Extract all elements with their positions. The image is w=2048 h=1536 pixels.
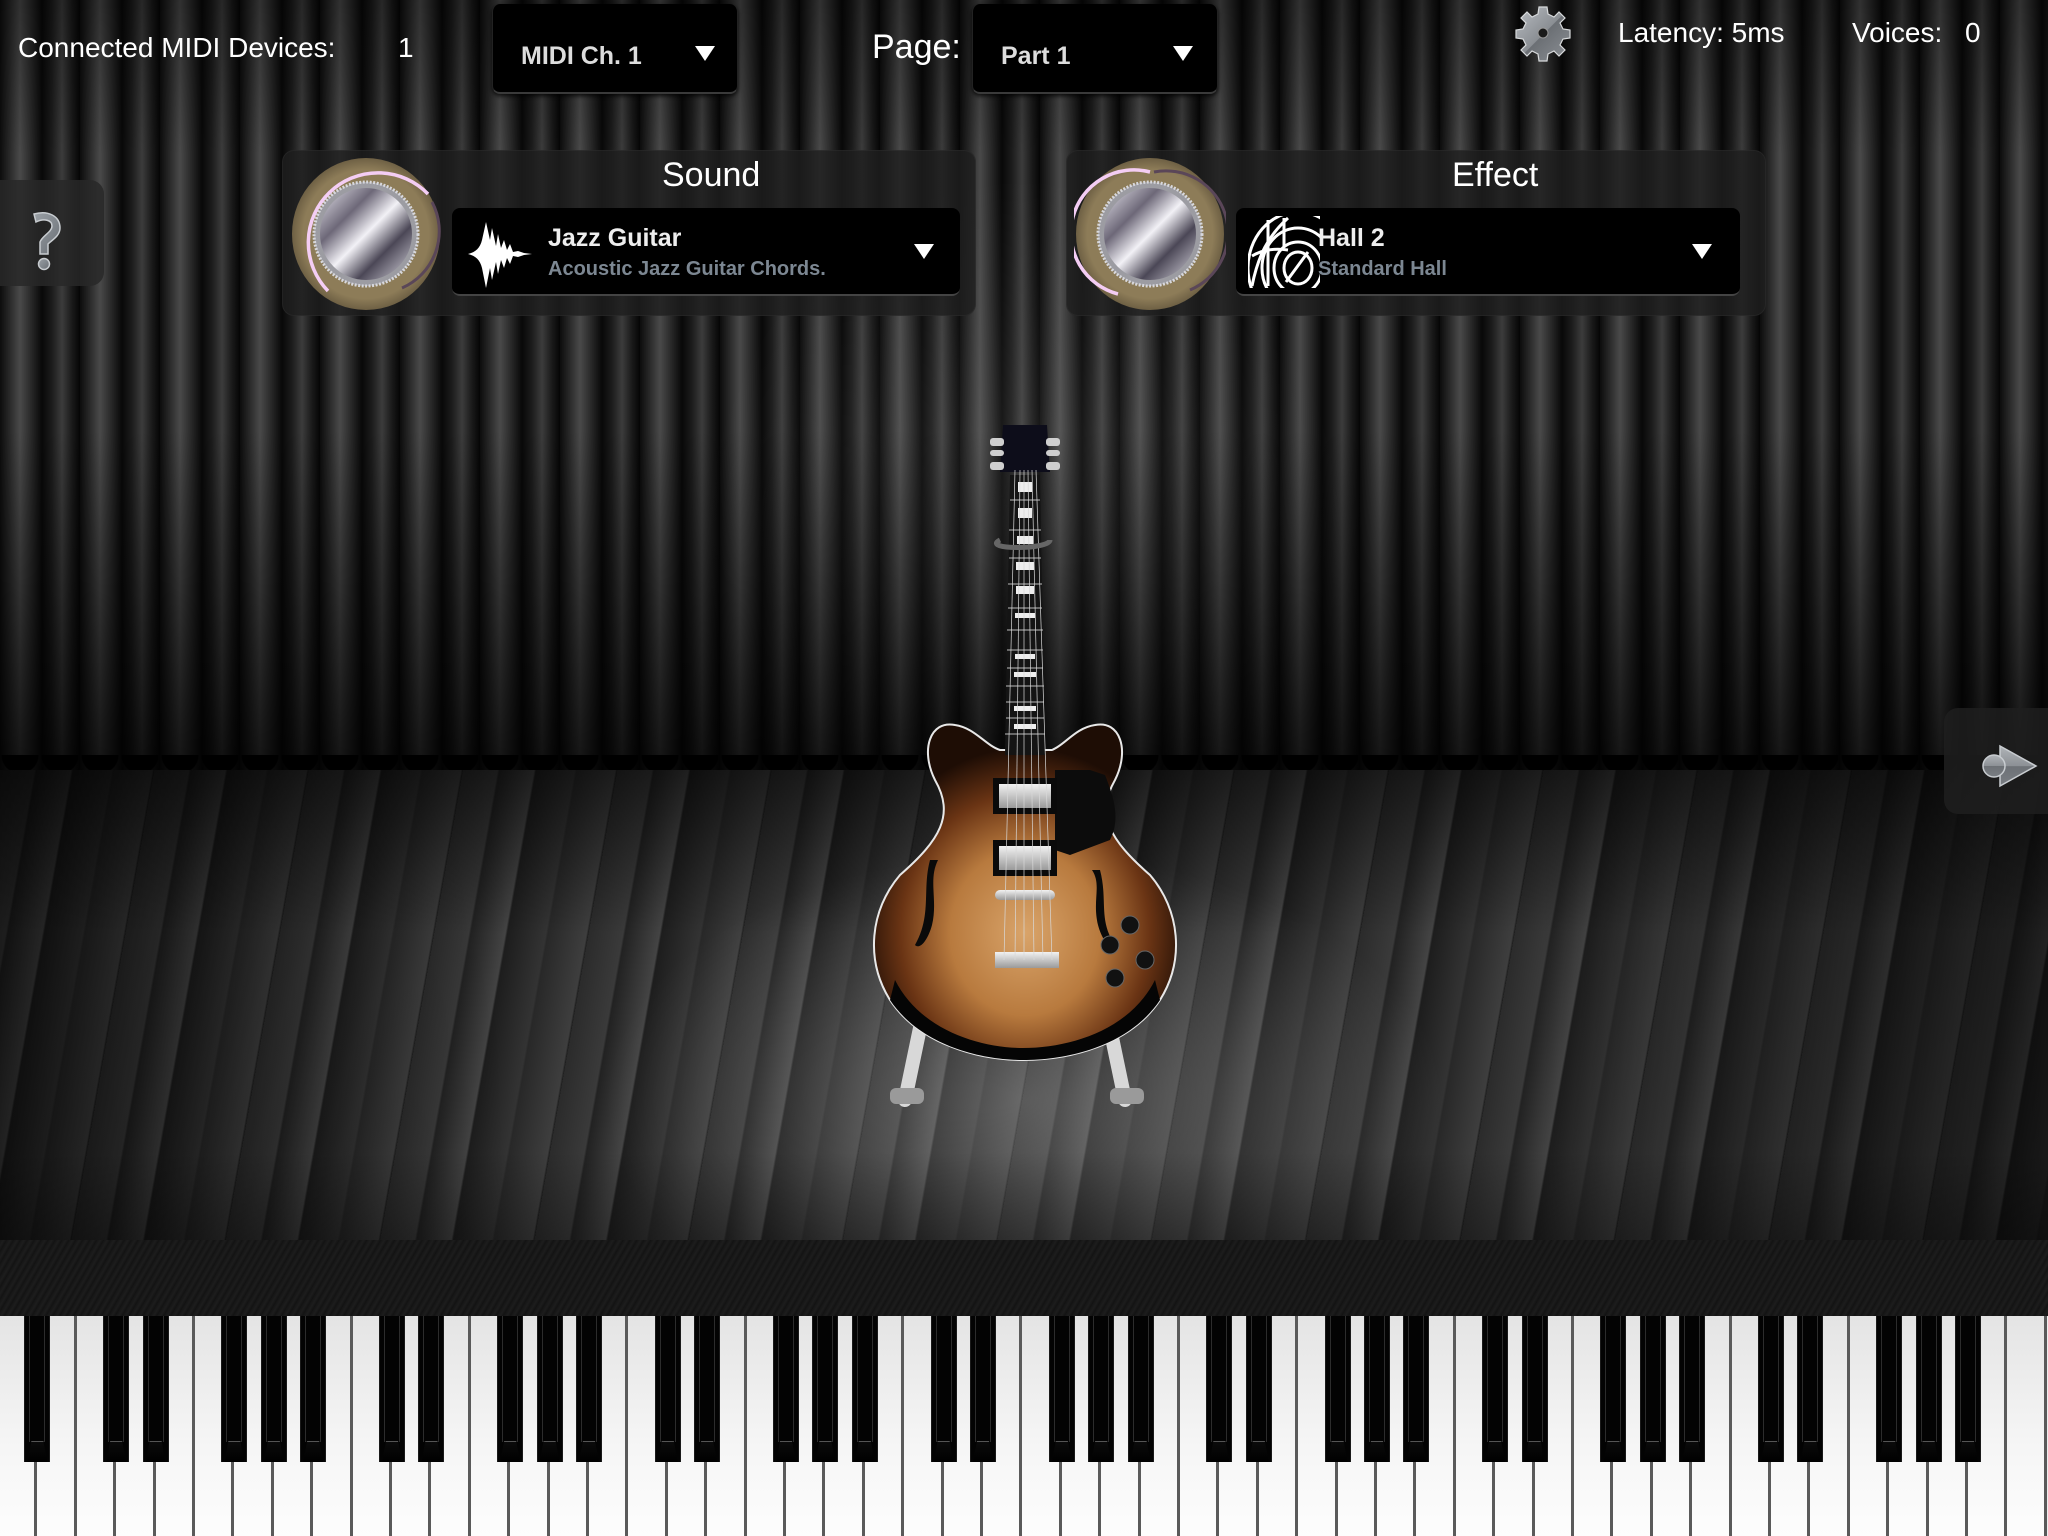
midi-channel-value: MIDI Ch. 1: [521, 42, 642, 70]
piano-key-F#2[interactable]: [497, 1316, 524, 1462]
effect-title: Effect: [1452, 156, 1539, 194]
reverb-hall-icon: [1248, 216, 1320, 288]
effect-amount-knob[interactable]: [1069, 156, 1230, 312]
piano-key-A#3[interactable]: [851, 1316, 878, 1462]
piano-key-F#4[interactable]: [1048, 1316, 1075, 1462]
keyboard-cheek: [0, 1240, 2048, 1316]
piano-keyboard[interactable]: [0, 1316, 2048, 1536]
piano-key-G#3[interactable]: [812, 1316, 839, 1462]
piano-key-F#5[interactable]: [1324, 1316, 1351, 1462]
help-button[interactable]: [0, 180, 104, 286]
latency-readout: Latency: 5ms: [1618, 17, 1785, 48]
chevron-down-icon: [1692, 244, 1712, 259]
piano-key-C#2[interactable]: [379, 1316, 405, 1462]
sound-name: Jazz Guitar: [548, 224, 682, 252]
midi-devices-label: Connected MIDI Devices:: [18, 32, 336, 63]
piano-key-C#6[interactable]: [1482, 1316, 1509, 1462]
piano-key-G#7[interactable]: [1915, 1316, 1942, 1462]
sound-selector[interactable]: Jazz Guitar Acoustic Jazz Guitar Chords.: [452, 208, 960, 296]
sound-description: Acoustic Jazz Guitar Chords.: [548, 258, 826, 280]
effect-selector[interactable]: Hall 2 Standard Hall: [1236, 208, 1740, 296]
piano-key-D#5[interactable]: [1245, 1316, 1272, 1462]
effect-description: Standard Hall: [1318, 258, 1447, 280]
piano-key-C#1[interactable]: [103, 1316, 130, 1462]
knob-icon: [292, 158, 441, 310]
effect-name: Hall 2: [1318, 224, 1385, 252]
piano-key-F#1[interactable]: [221, 1316, 248, 1462]
piano-key-F#6[interactable]: [1600, 1316, 1627, 1462]
piano-key-D#6[interactable]: [1521, 1316, 1548, 1462]
piano-key-A#1[interactable]: [300, 1316, 327, 1462]
arrow-right-icon: [1982, 744, 2038, 788]
sound-title: Sound: [662, 156, 761, 194]
piano-key-C#5[interactable]: [1206, 1316, 1233, 1462]
midi-devices-count: 1: [398, 32, 414, 63]
knob-icon: [1069, 158, 1230, 310]
piano-key-D#2[interactable]: [418, 1316, 445, 1462]
piano-key-G#5[interactable]: [1364, 1316, 1390, 1462]
piano-key-D#1[interactable]: [142, 1316, 169, 1462]
piano-key-C#7[interactable]: [1758, 1316, 1784, 1462]
voices-label: Voices:: [1852, 17, 1943, 48]
next-page-button[interactable]: [1944, 708, 2048, 814]
sound-volume-knob[interactable]: [290, 156, 442, 312]
piano-key-D#7[interactable]: [1797, 1316, 1824, 1462]
piano-key-C8[interactable]: [2007, 1316, 2047, 1536]
midi-channel-dropdown[interactable]: MIDI Ch. 1: [492, 4, 738, 94]
piano-key-A#4[interactable]: [1127, 1316, 1154, 1462]
chevron-down-icon: [695, 46, 715, 61]
page-value: Part 1: [1001, 42, 1071, 70]
chevron-down-icon: [1173, 46, 1193, 61]
effect-panel: Effect Hall 2 Standard Hall: [1066, 150, 1766, 316]
page-dropdown[interactable]: Part 1: [972, 4, 1218, 94]
piano-key-F#3[interactable]: [773, 1316, 799, 1462]
piano-key-A#5[interactable]: [1403, 1316, 1430, 1462]
guitar-image: [873, 425, 1177, 1107]
page-label: Page:: [872, 28, 961, 66]
settings-button[interactable]: [1512, 2, 1574, 64]
piano-key-C#4[interactable]: [930, 1316, 957, 1462]
piano-key-A#0[interactable]: [24, 1316, 51, 1462]
chevron-down-icon: [914, 244, 934, 259]
piano-key-A#2[interactable]: [576, 1316, 602, 1462]
piano-key-F#7[interactable]: [1876, 1316, 1903, 1462]
piano-key-G#2[interactable]: [536, 1316, 563, 1462]
piano-key-G#1[interactable]: [260, 1316, 287, 1462]
sound-panel: Sound Jazz Guitar Acoustic Jazz Guitar C…: [282, 150, 976, 316]
voices-count: 0: [1965, 17, 1981, 48]
gear-icon: [1515, 6, 1571, 62]
piano-key-G#6[interactable]: [1639, 1316, 1666, 1462]
question-mark-icon: [33, 212, 61, 271]
piano-key-D#4[interactable]: [970, 1316, 996, 1462]
waveform-icon: [468, 222, 532, 288]
piano-key-A#6[interactable]: [1679, 1316, 1706, 1462]
piano-key-C#3[interactable]: [654, 1316, 681, 1462]
piano-key-G#4[interactable]: [1088, 1316, 1115, 1462]
piano-key-A#7[interactable]: [1955, 1316, 1981, 1462]
piano-key-D#3[interactable]: [694, 1316, 721, 1462]
